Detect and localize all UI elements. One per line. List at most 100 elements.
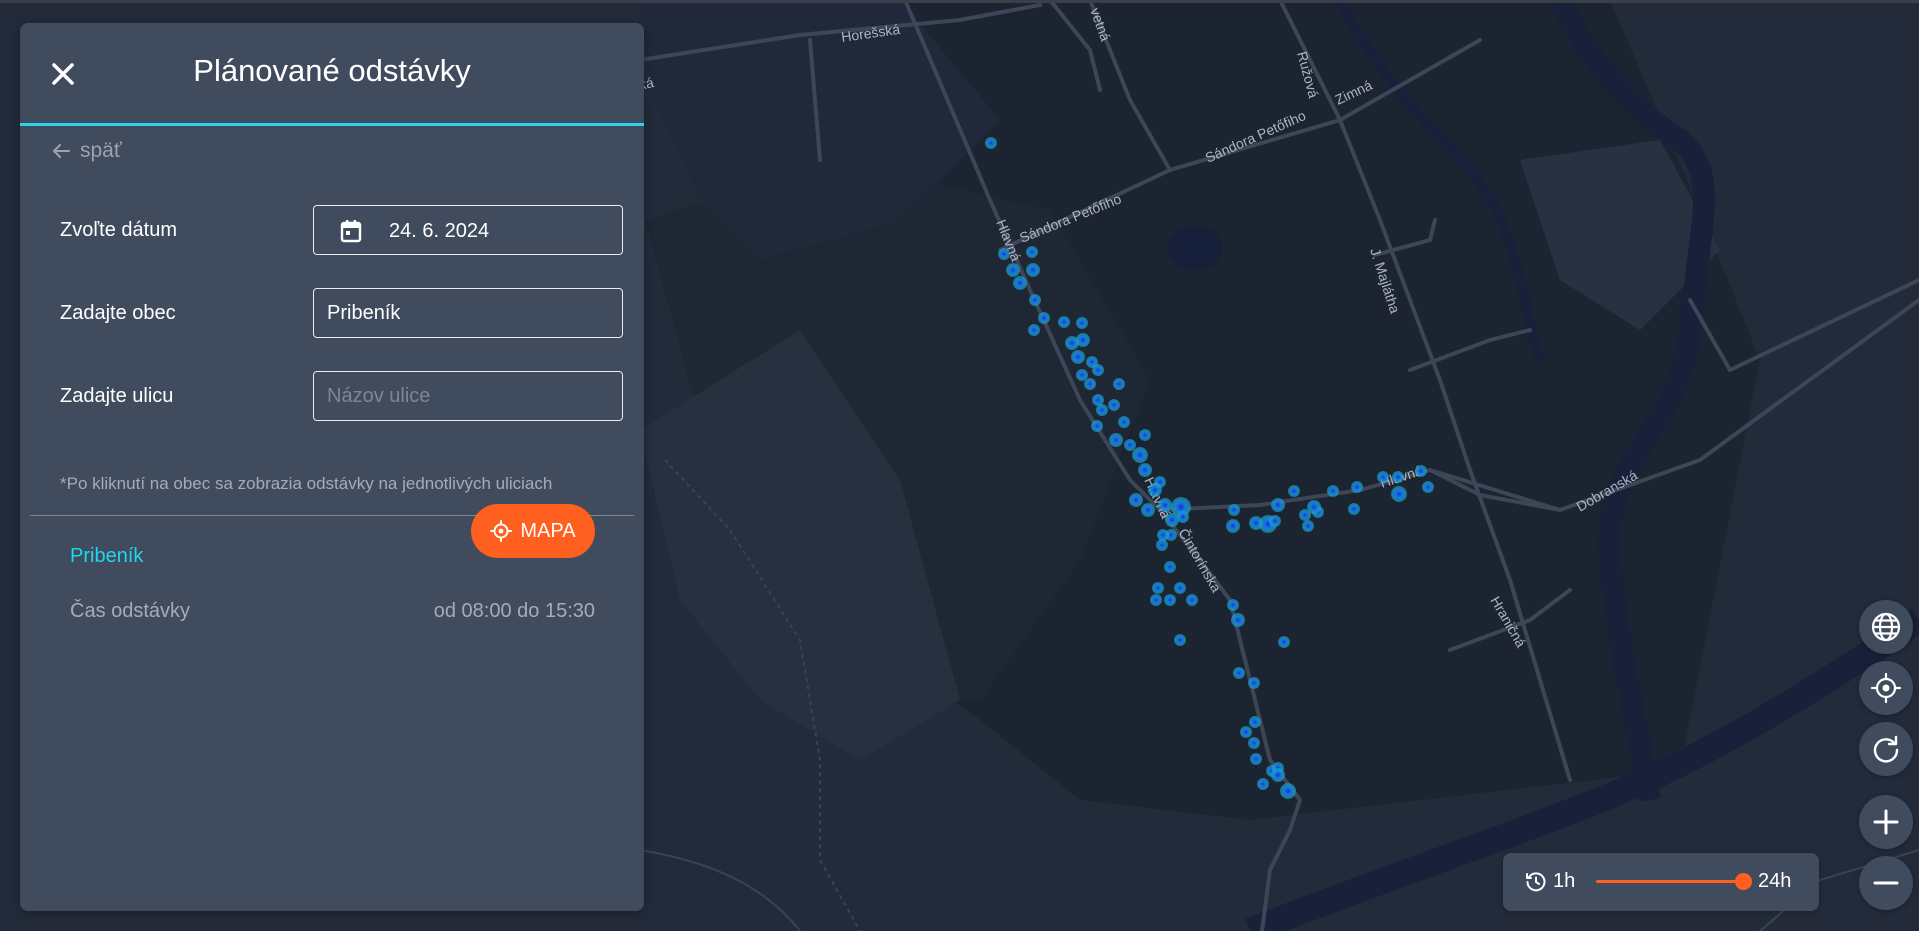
outage-point [1186, 594, 1198, 606]
street-label: Zadajte ulicu [60, 385, 174, 407]
zoom-out-button[interactable] [1859, 856, 1913, 910]
outage-point [1091, 420, 1103, 432]
outage-point [998, 248, 1010, 260]
street-row: Zadajte ulicu [60, 371, 625, 423]
outage-time-value: od 08:00 do 15:30 [433, 600, 595, 622]
outage-point [1248, 677, 1260, 689]
outage-point [1271, 498, 1285, 512]
outage-point [1109, 433, 1123, 447]
map-button[interactable]: MAPA [471, 504, 595, 558]
panel-title: Plánované odstávky [193, 53, 471, 88]
back-link[interactable]: späť [50, 139, 122, 163]
outage-point [1129, 493, 1143, 507]
outage-point [1174, 582, 1186, 594]
outage-point [1076, 369, 1088, 381]
outage-point [1288, 485, 1300, 497]
locate-button[interactable] [1859, 661, 1913, 715]
outage-point [1307, 500, 1321, 514]
outage-point [1278, 636, 1290, 648]
outage-point [1026, 263, 1040, 277]
outage-point [1108, 399, 1120, 411]
outage-point [1174, 634, 1186, 646]
outage-point [1096, 404, 1108, 416]
outage-point [1227, 599, 1239, 611]
outage-point [1028, 324, 1040, 336]
outage-point [1006, 263, 1020, 277]
outage-point [1013, 276, 1027, 290]
outage-point [1113, 378, 1125, 390]
outage-point [1026, 246, 1038, 258]
outage-point [1391, 486, 1407, 502]
outage-point [1249, 716, 1261, 728]
globe-icon [1871, 612, 1901, 642]
outage-point [1302, 520, 1314, 532]
outage-point [1164, 561, 1176, 573]
outage-point [1348, 503, 1360, 515]
outage-point [1422, 481, 1434, 493]
calendar-icon [340, 220, 362, 243]
outage-point [1250, 753, 1262, 765]
outage-point [1071, 350, 1085, 364]
date-value: 24. 6. 2024 [389, 220, 490, 242]
zoom-in-icon [1873, 809, 1899, 835]
arrow-left-icon [53, 144, 70, 158]
outage-point [1392, 471, 1404, 483]
outage-point [1248, 737, 1260, 749]
zoom-in-button[interactable] [1859, 795, 1913, 849]
planned-outages-panel: Plánované odstávky späť Zvoľte dátum 24.… [20, 23, 644, 911]
refresh-button[interactable] [1859, 722, 1913, 776]
outage-point [1084, 378, 1096, 390]
outage-point [1118, 416, 1130, 428]
outage-point [1152, 582, 1164, 594]
outage-point [1092, 364, 1104, 376]
outage-point [1158, 498, 1172, 512]
outage-point [1139, 429, 1151, 441]
time-range-control: 1h 24h [1503, 853, 1819, 911]
outage-point [1280, 783, 1296, 799]
outage-point [1124, 439, 1136, 451]
outage-point [1415, 465, 1427, 477]
outage-point [1177, 511, 1189, 523]
street-input[interactable] [314, 372, 622, 420]
pond [1167, 226, 1223, 270]
outage-point [1141, 503, 1155, 517]
outage-point [1228, 504, 1240, 516]
municipality-input[interactable] [314, 289, 622, 337]
outage-time-label: Čas odstávky [70, 600, 191, 622]
outage-point [1377, 471, 1389, 483]
time-range-track[interactable] [1596, 880, 1743, 883]
outage-point [985, 137, 997, 149]
municipality-field-box [313, 288, 623, 338]
outage-point [1226, 519, 1240, 533]
date-picker[interactable]: 24. 6. 2024 [313, 205, 623, 255]
zoom-out-icon [1873, 881, 1899, 885]
street-field-box [313, 371, 623, 421]
outage-point [1138, 463, 1152, 477]
outage-point [1351, 481, 1363, 493]
outage-point [1058, 316, 1070, 328]
outage-point [1257, 778, 1269, 790]
outage-point [1150, 594, 1162, 606]
outage-point [1240, 726, 1252, 738]
outage-point [1231, 613, 1245, 627]
date-label: Zvoľte dátum [60, 219, 177, 241]
time-range-max-label: 24h [1758, 870, 1792, 892]
time-range-min-label: 1h [1553, 870, 1576, 892]
time-range-slider-thumb[interactable] [1735, 873, 1752, 890]
panel-header: Plánované odstávky [20, 23, 644, 126]
outage-point [1269, 515, 1281, 527]
outage-point [1271, 768, 1285, 782]
outage-point [1038, 312, 1050, 324]
result-municipality-link[interactable]: Pribeník [70, 545, 143, 568]
target-icon [490, 520, 513, 542]
history-icon [1526, 872, 1546, 892]
back-label: späť [80, 139, 122, 162]
locate-icon [1870, 672, 1902, 704]
municipality-label: Zadajte obec [60, 302, 176, 324]
outage-point [1076, 317, 1088, 329]
top-border [0, 0, 1919, 3]
globe-button[interactable] [1859, 600, 1913, 654]
map-button-label: MAPA [520, 519, 576, 542]
outage-point [1156, 539, 1168, 551]
date-row: Zvoľte dátum 24. 6. 2024 [60, 205, 625, 257]
